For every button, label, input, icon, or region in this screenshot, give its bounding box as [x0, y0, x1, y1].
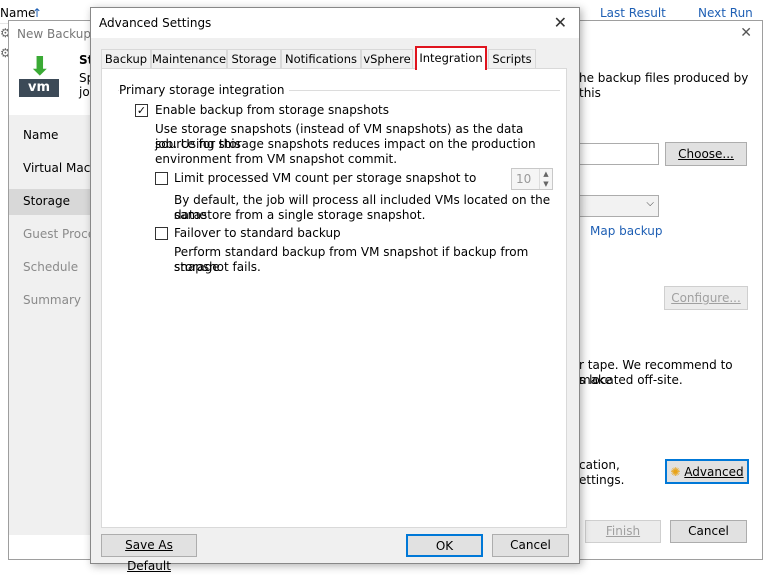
tab-notifications[interactable]: Notifications	[281, 49, 361, 68]
advanced-hint-text: cation,	[579, 458, 620, 472]
tab-storage[interactable]: Storage	[227, 49, 281, 68]
enable-snapshots-desc: job. Using storage snapshots reduces imp…	[155, 137, 536, 151]
dialog-titlebar: Advanced Settings ✕	[91, 8, 579, 38]
tab-maintenance[interactable]: Maintenance	[151, 49, 227, 68]
column-name-header[interactable]: Name	[0, 6, 35, 20]
wizard-step-desc-right: he backup files produced by this	[579, 71, 749, 100]
failover-label[interactable]: Failover to standard backup	[174, 226, 341, 241]
limit-vm-count-checkbox[interactable]	[155, 172, 168, 185]
column-last-result-header[interactable]: Last Result	[600, 6, 666, 20]
nav-item-summary[interactable]: Summary	[23, 293, 81, 307]
tab-integration[interactable]: Integration	[415, 46, 487, 70]
vm-logo-icon: ⬇ vm	[15, 54, 67, 99]
group-label: Primary storage integration	[119, 83, 289, 97]
nav-item-name[interactable]: Name	[23, 128, 58, 142]
ok-button[interactable]: OK	[406, 534, 483, 557]
finish-button[interactable]: Finish	[585, 520, 661, 543]
failover-desc: snapshot fails.	[174, 260, 261, 274]
configure-button[interactable]: Configure...	[664, 286, 748, 310]
stepper-arrows-icon[interactable]: ▲ ▼	[539, 169, 552, 189]
close-icon[interactable]: ✕	[740, 25, 752, 41]
choose-button[interactable]: Choose...	[665, 142, 747, 166]
dialog-title: Advanced Settings	[99, 16, 212, 30]
wizard-step-desc: jo	[79, 85, 90, 99]
failover-checkbox[interactable]	[155, 227, 168, 240]
repository-textbox[interactable]	[579, 143, 659, 165]
dialog-cancel-button[interactable]: Cancel	[492, 534, 569, 557]
tab-vsphere[interactable]: vSphere	[361, 49, 413, 68]
limit-vm-count-label[interactable]: Limit processed VM count per storage sna…	[174, 171, 476, 186]
vm-count-stepper[interactable]: 10 ▲ ▼	[511, 168, 553, 190]
advanced-hint-text: ettings.	[579, 473, 625, 487]
nav-item-schedule[interactable]: Schedule	[23, 260, 78, 274]
close-icon[interactable]: ✕	[554, 13, 567, 32]
advanced-button[interactable]: ✺ Advanced	[665, 459, 749, 484]
advanced-settings-dialog: Advanced Settings ✕ Backup Maintenance S…	[90, 7, 580, 573]
tab-scripts[interactable]: Scripts	[488, 49, 536, 68]
column-next-run-header[interactable]: Next Run	[698, 6, 753, 20]
enable-snapshots-checkbox[interactable]: ✓	[135, 104, 148, 117]
wizard-nav	[9, 115, 99, 535]
wizard-cancel-button[interactable]: Cancel	[670, 520, 747, 543]
wizard-title: New Backup J	[17, 27, 99, 41]
map-backup-link[interactable]: Map backup	[590, 224, 663, 239]
repository-dropdown[interactable]: ⌵	[579, 195, 659, 217]
save-as-default-button[interactable]: Save As Default	[101, 534, 197, 573]
tab-backup[interactable]: Backup	[101, 49, 151, 68]
nav-item-storage[interactable]: Storage	[23, 194, 70, 208]
gear-icon: ✺	[670, 465, 681, 479]
sort-arrow-icon: ↑	[32, 6, 43, 20]
integration-panel: Primary storage integration ✓ Enable bac…	[101, 68, 567, 528]
tape-recommendation-text: s located off-site.	[579, 373, 683, 387]
chevron-down-icon: ⌵	[646, 198, 654, 209]
nav-item-virtual-machines[interactable]: Virtual Mach	[23, 161, 98, 175]
limit-vm-count-desc: datastore from a single storage snapshot…	[174, 208, 426, 222]
enable-snapshots-label[interactable]: Enable backup from storage snapshots	[155, 103, 389, 118]
enable-snapshots-desc: environment from VM snapshot commit.	[155, 152, 398, 166]
